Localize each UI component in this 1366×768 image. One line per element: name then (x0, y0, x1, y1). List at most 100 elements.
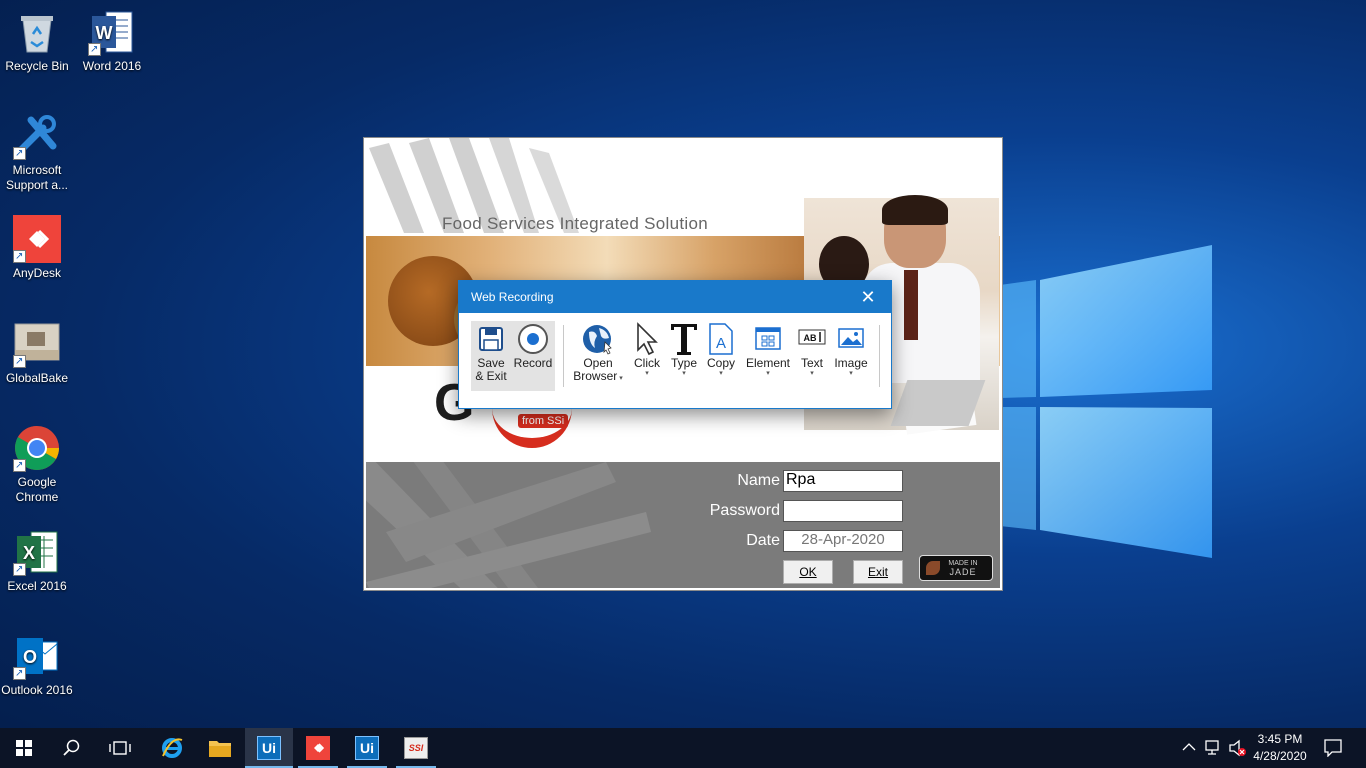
save-exit-button[interactable]: Save & Exit (471, 321, 511, 391)
record-icon (518, 324, 548, 354)
start-button[interactable] (0, 728, 48, 768)
start-icon (16, 740, 32, 756)
name-label: Name (737, 472, 780, 489)
toolbar-separator (879, 325, 880, 387)
date-label: Date (746, 532, 780, 549)
click-button[interactable]: Click ▾ (629, 321, 665, 391)
type-button[interactable]: Type ▾ (667, 321, 701, 391)
uipath-icon: Ui (355, 736, 379, 760)
chrome-icon (13, 424, 61, 473)
volume-muted-icon[interactable] (1228, 739, 1248, 757)
svg-text:AB: AB (804, 333, 817, 343)
tool-label: Image (834, 356, 868, 370)
copy-icon: A (709, 323, 733, 355)
tool-label-line2: Browser ▾ (573, 369, 623, 383)
dropdown-caret-icon: ▾ (766, 370, 770, 377)
globalbake-icon (13, 320, 61, 369)
exit-button[interactable]: Exit (853, 560, 903, 584)
tool-label: Click (634, 356, 660, 370)
file-explorer-icon (209, 741, 231, 757)
name-input[interactable]: Rpa (783, 470, 903, 492)
copy-button[interactable]: A Copy ▾ (703, 321, 739, 391)
chevron-up-icon[interactable] (1182, 742, 1196, 752)
badge-line2: JADE (949, 567, 977, 577)
taskbar-clock[interactable]: 3:45 PM 4/28/2020 (1248, 731, 1312, 765)
tools-icon (13, 112, 61, 161)
desktop-icon-label: Google Chrome (15, 475, 59, 504)
word-icon: W (88, 8, 136, 57)
uipath-icon: Ui (257, 736, 281, 760)
desktop-icon-label: Excel 2016 (7, 579, 67, 593)
image-button[interactable]: Image ▾ (831, 321, 871, 391)
dropdown-caret-icon: ▾ (810, 370, 814, 377)
ssi-icon: SSI (404, 737, 428, 759)
shortcut-arrow-icon (13, 354, 26, 369)
element-icon (755, 327, 781, 350)
search-button[interactable] (48, 728, 96, 768)
taskbar-internet-explorer[interactable] (148, 728, 196, 768)
task-view-button[interactable] (96, 728, 144, 768)
desktop-icon-excel[interactable]: X Excel 2016 (0, 528, 74, 594)
desktop-icon-chrome[interactable]: Google Chrome (0, 424, 74, 505)
taskbar-file-explorer[interactable] (196, 728, 244, 768)
windows-logo (1000, 245, 1212, 558)
date-input[interactable]: 28-Apr-2020 (783, 530, 903, 552)
type-icon (671, 324, 697, 355)
desktop-icon-label: AnyDesk (12, 266, 62, 280)
dropdown-caret-icon: ▾ (645, 370, 649, 377)
desktop-icon-outlook[interactable]: O Outlook 2016 (0, 632, 74, 698)
tool-label: Copy (706, 356, 735, 370)
anydesk-icon (306, 736, 330, 760)
password-input[interactable] (783, 500, 903, 522)
shortcut-arrow-icon (88, 42, 101, 57)
web-recording-titlebar[interactable]: Web Recording ✕ (459, 281, 891, 313)
taskbar: Ui Ui SSI 3:45 PM 4/28/2020 (0, 728, 1366, 768)
clock-date: 4/28/2020 (1253, 749, 1307, 763)
password-label: Password (709, 502, 780, 519)
desktop-icon-label: Outlook 2016 (1, 683, 73, 697)
desktop-icon-microsoft-support[interactable]: Microsoft Support a... (0, 112, 74, 193)
web-recording-dialog: Web Recording ✕ Save & Exit Record Open … (458, 280, 892, 409)
network-icon[interactable] (1204, 739, 1224, 757)
desktop-icon-label: GlobalBake (5, 371, 69, 385)
save-icon (479, 327, 503, 351)
shortcut-arrow-icon (13, 562, 26, 577)
open-browser-button[interactable]: Open Browser ▾ (571, 321, 625, 391)
taskbar-uipath-2[interactable]: Ui (343, 728, 391, 768)
taskbar-anydesk[interactable] (294, 728, 342, 768)
tool-label-line2: & Exit (475, 369, 507, 383)
image-icon (838, 328, 864, 348)
dropdown-caret-icon: ▾ (682, 370, 686, 377)
svg-text:X: X (23, 543, 35, 563)
tool-label: Element (745, 356, 791, 370)
tool-label: Text (800, 356, 823, 370)
close-icon[interactable]: ✕ (845, 281, 891, 313)
globe-icon (583, 325, 612, 355)
shortcut-arrow-icon (13, 146, 26, 161)
shortcut-arrow-icon (13, 458, 26, 473)
anydesk-icon (13, 215, 61, 264)
action-center-icon[interactable] (1324, 739, 1342, 757)
desktop-icon-globalbake[interactable]: GlobalBake (0, 320, 74, 386)
taskbar-uipath-1[interactable]: Ui (245, 728, 293, 768)
taskbar-ssi[interactable]: SSI (392, 728, 440, 768)
desktop-icon-anydesk[interactable]: AnyDesk (0, 215, 74, 281)
task-view-icon (109, 741, 131, 755)
ie-icon (162, 738, 183, 758)
text-button[interactable]: AB Text ▾ (795, 321, 829, 391)
outlook-icon: O (13, 632, 61, 681)
excel-icon: X (13, 528, 61, 577)
ok-button[interactable]: OK (783, 560, 833, 584)
record-button[interactable]: Record (511, 321, 555, 391)
login-panel: Name Rpa Password Date 28-Apr-2020 OK Ex… (366, 462, 1000, 588)
svg-text:O: O (23, 647, 37, 667)
element-button[interactable]: Element ▾ (743, 321, 793, 391)
clock-time: 3:45 PM (1257, 732, 1303, 746)
desktop-icon-word[interactable]: W Word 2016 (75, 8, 149, 74)
tool-label: Type (670, 356, 697, 370)
shortcut-arrow-icon (13, 666, 26, 681)
recording-toolbar: Save & Exit Record Open Browser ▾ Click … (459, 313, 891, 409)
desktop-icon-recycle-bin[interactable]: Recycle Bin (0, 8, 74, 74)
text-icon: AB (798, 329, 826, 345)
svg-text:W: W (96, 23, 113, 43)
